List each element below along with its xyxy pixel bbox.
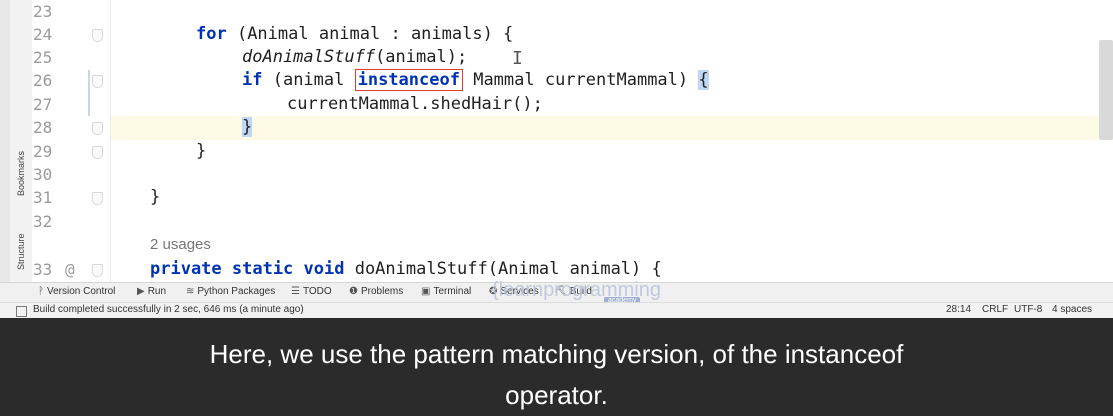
- fold-icon[interactable]: [92, 75, 103, 88]
- line-number: 24: [33, 25, 53, 44]
- code-text: currentMammal.shedHair();: [287, 94, 543, 114]
- problems-tab[interactable]: ❶ Problems: [349, 286, 403, 297]
- code-line-27[interactable]: currentMammal.shedHair();: [287, 93, 543, 116]
- fold-icon[interactable]: [92, 192, 103, 205]
- code-line-33[interactable]: private static void doAnimalStuff(Animal…: [150, 258, 662, 281]
- code-text: }: [150, 187, 161, 207]
- text-cursor-icon: I: [512, 48, 523, 69]
- line-number: 28: [33, 118, 53, 137]
- override-marker-icon[interactable]: @: [65, 258, 85, 281]
- caption-line-2: operator.: [505, 380, 608, 410]
- tab-label: TODO: [302, 286, 332, 297]
- line-separator[interactable]: CRLF: [982, 304, 1008, 315]
- ide-window: Bookmarks Structure 23 24 25 26 27 28 29…: [0, 0, 1113, 318]
- matched-brace: {: [698, 70, 709, 90]
- run-icon: ▶: [137, 286, 145, 297]
- line-number: 30: [33, 165, 53, 184]
- status-message[interactable]: Build completed successfully in 2 sec, 6…: [33, 304, 304, 315]
- code-text: }: [196, 141, 207, 161]
- code-line-25[interactable]: doAnimalStuff(animal);: [242, 46, 467, 69]
- line-number: 31: [33, 188, 53, 207]
- caret-position[interactable]: 28:14: [946, 304, 971, 315]
- fold-icon[interactable]: [92, 264, 103, 277]
- file-encoding[interactable]: UTF-8: [1014, 304, 1042, 315]
- code-text: Mammal currentMammal): [462, 70, 699, 90]
- caption-line-1: Here, we use the pattern matching versio…: [209, 339, 904, 369]
- keyword: if: [242, 70, 263, 90]
- code-text: (animal);: [375, 47, 468, 67]
- code-text: (Animal animal : animals) {: [226, 24, 514, 44]
- terminal-tab[interactable]: ▣ Terminal: [421, 286, 471, 297]
- code-line-29[interactable]: }: [196, 140, 206, 163]
- tab-label: Version Control: [47, 286, 116, 297]
- fold-icon[interactable]: [92, 122, 103, 135]
- usages-hint[interactable]: 2 usages: [150, 236, 211, 253]
- line-number: 25: [33, 48, 53, 67]
- line-number: 32: [33, 212, 53, 231]
- code-line-31[interactable]: }: [150, 186, 160, 209]
- python-packages-tab[interactable]: ≋ Python Packages: [186, 286, 275, 297]
- line-number: 27: [33, 95, 53, 114]
- tab-label: Terminal: [433, 286, 472, 297]
- list-icon: ☰: [291, 286, 300, 297]
- method-call: doAnimalStuff: [242, 47, 376, 67]
- packages-icon: ≋: [186, 286, 195, 297]
- tab-label: Problems: [360, 286, 404, 297]
- code-text: doAnimalStuff(Animal animal) {: [344, 259, 662, 279]
- fold-icon[interactable]: [92, 146, 103, 159]
- code-text: (animal: [262, 70, 355, 90]
- code-line-28[interactable]: }: [242, 116, 253, 139]
- bookmarks-tab-label: Bookmarks: [16, 150, 26, 196]
- tab-label: Python Packages: [197, 286, 276, 297]
- fold-icon[interactable]: [92, 29, 103, 42]
- structure-tab-label: Structure: [16, 233, 26, 270]
- status-bar: Build completed successfully in 2 sec, 6…: [0, 302, 1113, 318]
- side-tabs: Bookmarks Structure: [10, 0, 33, 282]
- todo-tab[interactable]: ☰ TODO: [291, 286, 332, 297]
- version-control-icon: ᚹ: [38, 286, 44, 297]
- line-number: 26: [33, 71, 53, 90]
- run-tab[interactable]: ▶ Run: [137, 286, 166, 297]
- line-number: 29: [33, 142, 53, 161]
- status-window-icon[interactable]: [16, 306, 27, 317]
- matched-brace: }: [242, 117, 253, 137]
- vertical-scrollbar[interactable]: [1099, 40, 1113, 140]
- keyword: for: [196, 24, 227, 44]
- terminal-icon: ▣: [421, 286, 431, 297]
- line-number: 23: [33, 2, 53, 21]
- code-line-26[interactable]: if (animal instanceof Mammal currentMamm…: [242, 69, 709, 92]
- keyword: private static void: [150, 259, 345, 279]
- current-line-highlight: [0, 116, 1113, 140]
- instanceof-highlight: instanceof: [354, 69, 463, 91]
- version-control-tab[interactable]: ᚹ Version Control: [38, 286, 115, 297]
- indent-setting[interactable]: 4 spaces: [1052, 304, 1092, 315]
- video-caption: Here, we use the pattern matching versio…: [0, 318, 1113, 415]
- change-marker: [88, 70, 90, 116]
- code-line-24[interactable]: for (Animal animal : animals) {: [196, 23, 513, 46]
- problems-icon: ❶: [349, 286, 358, 297]
- tab-label: Run: [147, 286, 167, 297]
